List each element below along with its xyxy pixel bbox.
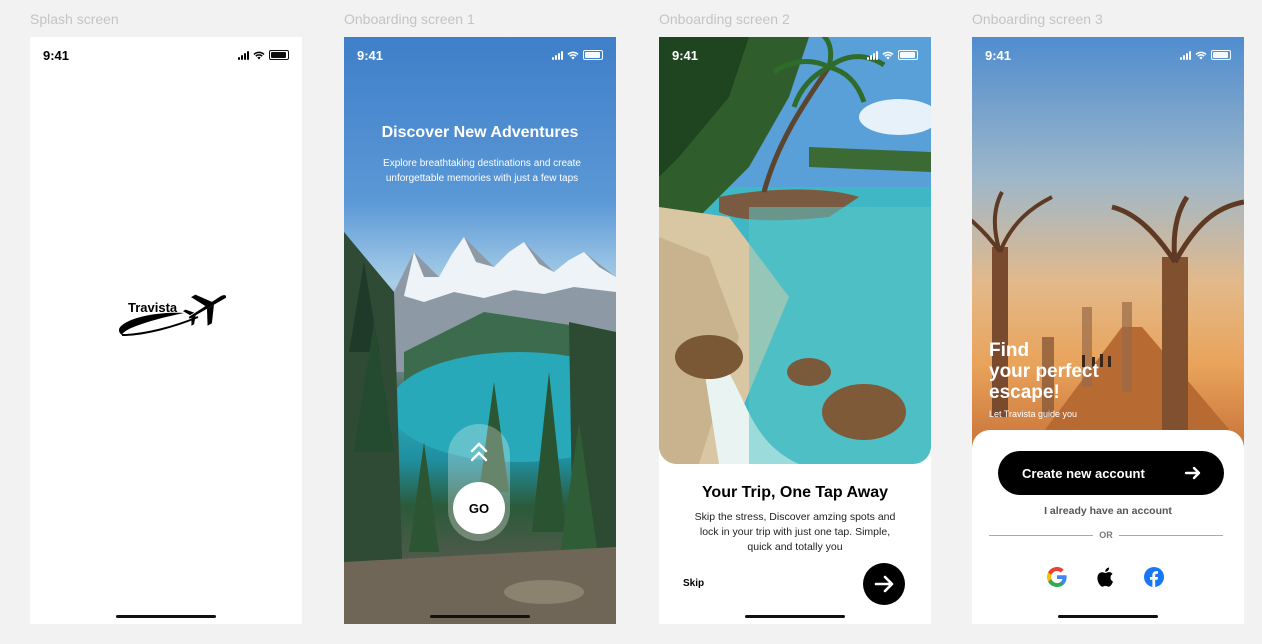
onboarding-title: Your Trip, One Tap Away xyxy=(701,484,889,501)
battery-icon xyxy=(269,50,289,60)
frame-label-onboarding-3: Onboarding screen 3 xyxy=(972,11,1103,27)
headline-line-1: Find xyxy=(989,340,1030,361)
chevron-up-double-icon xyxy=(470,442,488,462)
wifi-icon xyxy=(253,51,265,59)
onboarding-title: Discover New Adventures xyxy=(381,124,579,141)
onboarding-subtitle: Skip the stress, Discover amzing spots a… xyxy=(694,511,896,553)
home-indicator xyxy=(745,615,845,618)
brand-name: Travista xyxy=(128,300,178,315)
headline: Find your perfect escape! xyxy=(989,340,1169,403)
airplane-icon xyxy=(182,294,227,326)
frame-label-onboarding-2: Onboarding screen 2 xyxy=(659,11,790,27)
status-time: 9:41 xyxy=(985,47,1012,63)
status-bar: 9:41 xyxy=(30,37,302,73)
or-label: OR xyxy=(1099,530,1113,540)
status-bar: 9:41 xyxy=(972,37,1244,73)
arrow-right-icon xyxy=(874,575,894,593)
tagline: Let Travista guide you xyxy=(989,409,1078,419)
splash-screen: 9:41 Travista xyxy=(30,37,302,624)
home-indicator xyxy=(1058,615,1158,618)
next-button[interactable] xyxy=(863,563,905,605)
frame-label-onboarding-1: Onboarding screen 1 xyxy=(344,11,475,27)
beach-photo xyxy=(659,37,931,464)
arrow-right-icon xyxy=(1184,466,1201,480)
signal-icon xyxy=(867,50,878,60)
signal-icon xyxy=(552,50,563,60)
onboarding-screen-2: 9:41 Your Trip, One Tap Away Skip the st… xyxy=(659,37,931,624)
google-icon[interactable] xyxy=(1045,565,1069,589)
go-button[interactable]: GO xyxy=(453,482,505,534)
signal-icon xyxy=(1180,50,1191,60)
battery-icon xyxy=(583,50,603,60)
headline-line-3: escape! xyxy=(989,382,1060,403)
status-bar: 9:41 xyxy=(659,37,931,73)
skip-link[interactable]: Skip xyxy=(683,578,704,589)
status-time: 9:41 xyxy=(43,47,70,63)
login-link[interactable]: I already have an account xyxy=(972,505,1244,517)
onboarding-screen-3: 9:41 Find your perfect escape! Let Travi… xyxy=(972,37,1244,624)
frame-label-splash: Splash screen xyxy=(30,11,119,27)
onboarding-subtitle: Explore breathtaking destinations and cr… xyxy=(383,158,581,184)
create-account-button[interactable]: Create new account xyxy=(998,451,1224,495)
signal-icon xyxy=(238,50,249,60)
apple-icon[interactable] xyxy=(1094,565,1118,589)
or-divider: OR xyxy=(989,530,1223,540)
create-account-label: Create new account xyxy=(1022,465,1145,481)
status-time: 9:41 xyxy=(357,47,384,63)
headline-line-2: your perfect xyxy=(989,361,1099,382)
facebook-icon[interactable] xyxy=(1142,565,1166,589)
battery-icon xyxy=(1211,50,1231,60)
wifi-icon xyxy=(882,51,894,59)
home-indicator xyxy=(430,615,530,618)
status-bar: 9:41 xyxy=(344,37,616,73)
travista-logo: Travista xyxy=(114,287,227,343)
wifi-icon xyxy=(567,51,579,59)
onboarding-screen-1: 9:41 Discover New Adventures Explore bre… xyxy=(344,37,616,624)
wifi-icon xyxy=(1195,51,1207,59)
status-time: 9:41 xyxy=(672,47,699,63)
home-indicator xyxy=(116,615,216,618)
battery-icon xyxy=(898,50,918,60)
